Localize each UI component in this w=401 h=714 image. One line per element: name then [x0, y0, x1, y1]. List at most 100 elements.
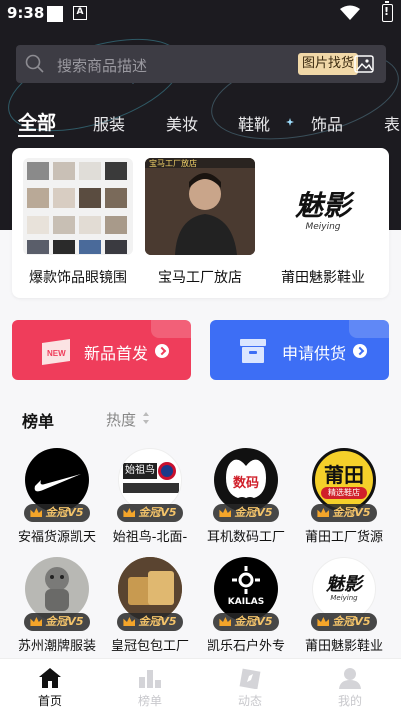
user-icon — [339, 668, 361, 689]
arrow-right-icon — [353, 344, 367, 358]
shop-logo-text: 魅影 — [294, 189, 351, 222]
shop-thumbnail: 魅影 Meiying — [268, 158, 378, 255]
tab-ranking[interactable]: 榜单 — [120, 667, 180, 709]
shop-logo-text: KAILAS — [227, 597, 265, 607]
kailas-logo-icon — [232, 566, 260, 594]
gold-crown-badge: 金冠V5 — [24, 613, 90, 631]
shop-avatar — [25, 557, 89, 621]
shop-name: 宝马工厂放店 — [158, 270, 242, 286]
apply-supply-banner[interactable]: 申请供货 — [210, 320, 389, 380]
tab-all[interactable]: 全部 — [18, 108, 56, 135]
ranked-shop-item[interactable]: 始祖鸟 金冠V5 始祖鸟-北面- — [100, 448, 200, 545]
shop-logo-text: 始祖鸟 — [123, 463, 157, 479]
shop-name: 凯乐石户外专 — [206, 639, 285, 654]
home-icon — [39, 668, 61, 688]
status-bar: 9:38 A — [0, 0, 401, 28]
ranked-shop-item[interactable]: 金冠V5 皇冠包包工厂 — [100, 557, 200, 654]
bag-photo-icon — [118, 557, 182, 621]
shop-thumbnail — [23, 158, 133, 255]
image-icon[interactable] — [353, 53, 375, 75]
crown-icon — [30, 508, 43, 517]
shop-name: 皇冠包包工厂 — [110, 639, 189, 654]
gold-crown-badge: 金冠V5 — [311, 504, 377, 522]
banner-decoration — [151, 320, 191, 338]
tab-feed[interactable]: 动态 — [220, 667, 280, 709]
crown-icon — [123, 508, 136, 517]
tab-accessories[interactable]: 饰品 — [311, 111, 343, 135]
search-placeholder[interactable]: 搜索商品描述 — [57, 55, 147, 76]
notification-square-icon — [47, 6, 63, 22]
gold-crown-badge: 金冠V5 — [24, 504, 90, 522]
ranked-shop-item[interactable]: 莆田 精选鞋店 金冠V5 莆田工厂货源 — [294, 448, 394, 545]
shop-name: 耳机数码工厂 — [206, 530, 285, 545]
shop-avatar — [118, 557, 182, 621]
shop-avatar: 始祖鸟 — [118, 448, 182, 512]
figure-logo-icon — [45, 567, 69, 611]
shop-logo-subtext: 精选鞋店 — [321, 487, 367, 499]
swoosh-logo-icon — [34, 474, 81, 492]
bar-chart-icon — [139, 670, 161, 688]
ranked-shop-item[interactable]: 金冠V5 安福货源凯天 — [7, 448, 107, 545]
tab-beauty[interactable]: 美妆 — [166, 111, 198, 135]
image-search-button[interactable]: 图片找货 — [298, 53, 359, 75]
shop-thumbnail: 宝马工厂放店 — [145, 158, 255, 255]
tab-profile[interactable]: 我的 — [320, 667, 380, 709]
image-caption: 宝马工厂放店 — [149, 159, 197, 168]
shop-logo-text: 莆田 — [324, 463, 364, 487]
crown-icon — [30, 617, 43, 626]
compass-icon — [239, 668, 261, 689]
shop-avatar: 魅影 Meiying — [312, 557, 376, 621]
shop-name: 莆田魅影鞋业 — [281, 270, 365, 286]
tab-clothing[interactable]: 服装 — [93, 111, 125, 135]
tab-shoes[interactable]: 鞋靴 — [238, 111, 270, 135]
shop-avatar: 莆田 精选鞋店 — [312, 448, 376, 512]
ranked-shop-item[interactable]: 金冠V5 苏州潮牌服装 — [7, 557, 107, 654]
shop-logo-subtext: Meiying — [305, 222, 341, 232]
ranked-shop-item[interactable]: 数码 金冠V5 耳机数码工厂 — [196, 448, 296, 545]
ranked-shop-item[interactable]: 魅影 Meiying 金冠V5 莆田魅影鞋业 — [294, 557, 394, 654]
gold-crown-badge: 金冠V5 — [213, 504, 279, 522]
tab-home[interactable]: 首页 — [20, 667, 80, 709]
shop-avatar: KAILAS — [214, 557, 278, 621]
ranking-title: 榜单 — [22, 412, 55, 431]
a-notification-icon: A — [73, 6, 87, 20]
person-photo — [145, 158, 255, 255]
ranked-shop-item[interactable]: KAILAS 金冠V5 凯乐石户外专 — [196, 557, 296, 654]
featured-shop-item[interactable]: 爆款饰品眼镜围 — [23, 158, 133, 287]
shop-name: 苏州潮牌服装 — [17, 639, 96, 654]
shop-logo-text: 数码 — [232, 476, 259, 491]
sort-by-popularity[interactable]: 热度 — [106, 409, 136, 430]
app-root: { "status_bar": {"time": "9:38", "a_labe… — [0, 0, 401, 714]
shop-name: 莆田魅影鞋业 — [304, 639, 383, 654]
new-icon: NEW — [42, 339, 70, 365]
crown-icon — [219, 617, 232, 626]
shop-avatar — [25, 448, 89, 512]
crown-icon — [317, 508, 330, 517]
status-time: 9:38 — [7, 4, 45, 22]
shop-logo-text: 魅影 — [326, 574, 362, 595]
shop-name: 安福货源凯天 — [17, 530, 96, 545]
tab-watches[interactable]: 表 — [384, 111, 400, 135]
tab-home-label: 首页 — [37, 694, 62, 708]
search-icon — [25, 54, 44, 73]
crown-icon — [219, 508, 232, 517]
crown-icon — [317, 617, 330, 626]
new-products-banner[interactable]: NEW 新品首发 — [12, 320, 191, 380]
apply-supply-label: 申请供货 — [282, 344, 347, 363]
tab-ranking-label: 榜单 — [137, 694, 162, 708]
gold-crown-badge: 金冠V5 — [117, 504, 183, 522]
featured-shop-item[interactable]: 魅影 Meiying 莆田魅影鞋业 — [268, 158, 378, 287]
gold-crown-badge: 金冠V5 — [213, 613, 279, 631]
sort-icon[interactable] — [142, 411, 150, 425]
tab-profile-label: 我的 — [337, 694, 362, 708]
gold-crown-badge: 金冠V5 — [311, 613, 377, 631]
product-grid-image — [27, 162, 127, 254]
shop-name: 莆田工厂货源 — [304, 530, 383, 545]
search-bar[interactable]: 搜索商品描述 图片找货 — [16, 45, 386, 83]
gold-crown-badge: 金冠V5 — [117, 613, 183, 631]
goose-logo-icon — [158, 462, 176, 480]
featured-shop-item[interactable]: 宝马工厂放店 宝马工厂放店 — [145, 158, 255, 287]
shop-logo-subtext: Meiying — [330, 594, 358, 602]
active-tab-underline — [18, 135, 54, 137]
arrow-right-icon — [155, 344, 169, 358]
